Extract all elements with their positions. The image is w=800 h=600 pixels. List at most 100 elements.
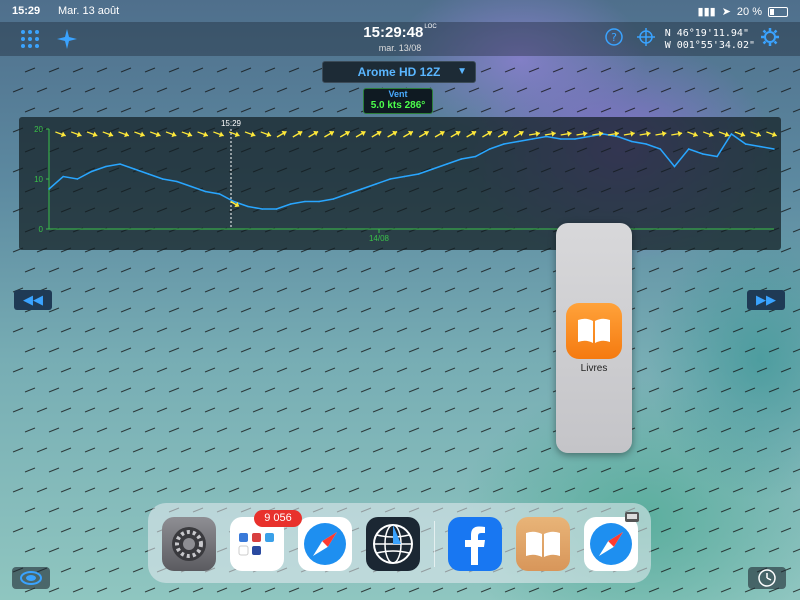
wind-forecast-chart[interactable]: 20 10 0 14/08 15:29 [19,117,781,250]
wind-barb [468,487,480,493]
data-point [645,143,647,145]
data-point [574,138,576,140]
books-dock-icon[interactable] [516,517,570,571]
wind-barb [480,427,492,433]
wind-direction-arrow [687,131,698,138]
wind-barb [432,467,444,473]
books-app-icon[interactable] [566,303,622,359]
wind-barb [552,467,564,473]
wind-barb [132,367,144,373]
compass-icon [304,523,346,565]
wind-barb [696,507,708,513]
wind-barb [276,407,288,413]
wind-barb [408,267,420,273]
facebook-f-icon [465,526,485,565]
status-date: Mar. 13 août [58,5,120,17]
wind-barb [684,287,696,293]
wind-barb [120,67,132,73]
layers-button[interactable] [12,567,50,589]
wind-direction-arrow [276,130,287,138]
safari-app-icon[interactable] [298,517,352,571]
wind-barb [72,547,84,553]
data-point [304,200,306,203]
wind-barb [672,307,684,313]
data-point [346,193,349,195]
timer-button[interactable] [748,567,786,589]
wind-barb [528,67,540,73]
x-tick-label: 14/08 [369,234,390,243]
wind-direction-arrow [292,130,303,138]
top-toolbar: 15:29:48LOC mar. 13/08 ? N 46°19'11.94" … [0,22,800,56]
wind-barb [372,447,384,453]
wind-barb [528,387,540,393]
wind-barb [420,407,432,413]
arrow-head [281,130,287,137]
wind-barb [636,447,648,453]
globe-app-icon[interactable] [366,517,420,571]
help-icon[interactable]: ? [605,28,623,46]
settings-gear-icon[interactable] [760,27,780,47]
wind-barb [744,267,756,273]
wind-barb [780,527,792,533]
wind-barb [228,287,240,293]
wind-barb [60,327,72,333]
books-slideover[interactable]: Livres [556,223,632,453]
wind-barb [348,447,360,453]
crosshair-icon[interactable] [637,28,655,46]
wind-barb [84,367,96,373]
data-point [218,193,221,195]
wind-direction-arrow [718,131,730,138]
wind-barb [396,287,408,293]
wind-barb [744,547,756,553]
wind-barb [132,567,144,573]
safari-recent-app-icon[interactable] [584,517,638,571]
wind-barb [768,547,780,553]
wind-barb [348,487,360,493]
wind-barb [288,587,300,593]
battery-icon [768,6,788,17]
wind-barb [156,407,168,413]
wind-barb [780,127,792,133]
wind-barb [72,427,84,433]
settings-app-icon[interactable] [162,517,216,571]
wind-barb [24,67,36,73]
fast-forward-button[interactable]: ▶▶ [747,290,785,310]
wind-barb [348,367,360,373]
wind-barb [660,327,672,333]
wind-barb [636,327,648,333]
wind-barb [768,67,780,73]
wind-barb [252,487,264,493]
wind-barb [468,327,480,333]
arrow-head [155,131,161,138]
wind-barb [252,287,264,293]
weather-model-selector[interactable]: Arome HD 12Z ▼ [322,61,476,83]
wind-barb [384,467,396,473]
wind-barb [312,387,324,393]
rewind-button[interactable]: ◀◀ [14,290,52,310]
wind-barb [660,407,672,413]
wind-direction-arrow [750,131,762,138]
wind-barb [720,547,732,553]
arrow-head [139,131,145,138]
arrow-head [407,130,413,137]
wind-barb [384,387,396,393]
wind-barb [192,107,204,113]
arrow-head [313,130,319,137]
wind-direction-arrow [197,131,209,138]
wind-barb [540,407,552,413]
wind-barb [84,407,96,413]
wind-barb [576,67,588,73]
wind-barb [72,307,84,313]
arrow-head [124,131,129,138]
wind-barb [684,447,696,453]
data-point [62,175,64,178]
wind-barb [156,367,168,373]
wind-barb [96,387,108,393]
wind-barb [540,367,552,373]
wind-barb [348,287,360,293]
wind-barb [624,467,636,473]
wind-barb [432,267,444,273]
wind-barb [792,468,800,473]
wind-barb [672,387,684,393]
facebook-app-icon[interactable] [448,517,502,571]
